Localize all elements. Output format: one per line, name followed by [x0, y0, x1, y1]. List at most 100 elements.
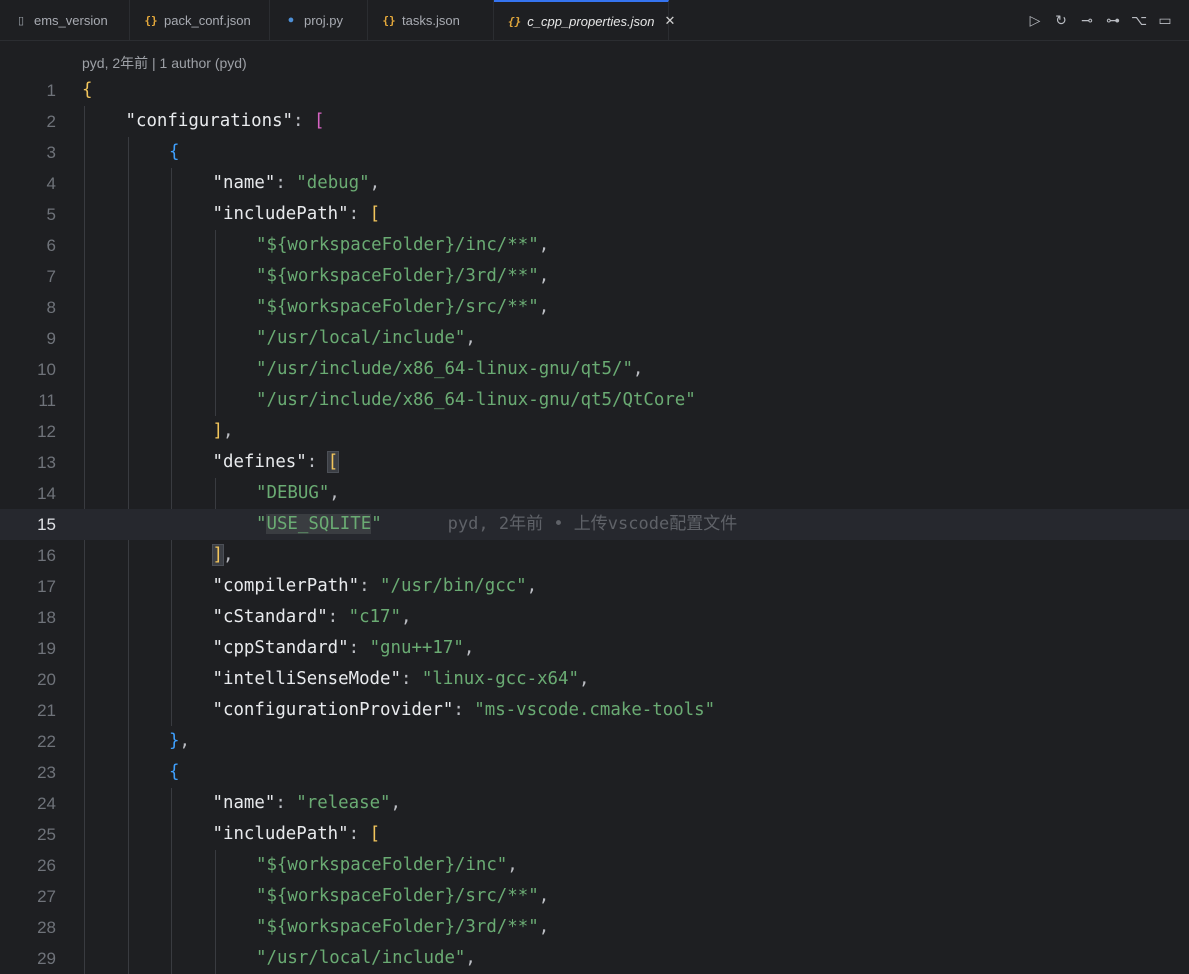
code-text: "${workspaceFolder}/src/**",: [256, 292, 549, 323]
code-text: "USE_SQLITE" pyd, 2年前 • 上传vscode配置文件: [256, 509, 737, 540]
run-icon[interactable]: ▷: [1027, 12, 1043, 29]
code-text: "/usr/include/x86_64-linux-gnu/qt5/",: [256, 354, 643, 385]
code-line[interactable]: 17 "compilerPath": "/usr/bin/gcc",: [0, 571, 1189, 602]
code-token: "${workspaceFolder}/inc": [256, 855, 508, 875]
code-line[interactable]: 10 "/usr/include/x86_64-linux-gnu/qt5/",: [0, 354, 1189, 385]
line-number: 26: [37, 856, 56, 875]
code-line[interactable]: 15 "USE_SQLITE" pyd, 2年前 • 上传vscode配置文件: [0, 509, 1189, 540]
code-line[interactable]: 12],: [0, 416, 1189, 447]
code-text: {: [169, 757, 179, 788]
code-token: ,: [632, 359, 644, 379]
code-text: "includePath": [: [213, 819, 381, 850]
line-number: 3: [46, 143, 56, 162]
tab-pack-conf-json[interactable]: {} pack_conf.json: [130, 0, 270, 40]
tab-label: ems_version: [34, 12, 108, 28]
editor-actions: ▷ ↻ ⊸ ⊶ ⌥ ▭: [1027, 0, 1189, 40]
code-text: "intelliSenseMode": "linux-gcc-x64",: [213, 664, 590, 695]
code-line[interactable]: 26 "${workspaceFolder}/inc",: [0, 850, 1189, 881]
line-number: 10: [37, 360, 56, 379]
code-line[interactable]: 9 "/usr/local/include",: [0, 323, 1189, 354]
code-line[interactable]: 23 {: [0, 757, 1189, 788]
line-number: 28: [37, 918, 56, 937]
split-editor-icon[interactable]: ▭: [1157, 12, 1173, 29]
code-token: ,: [463, 638, 475, 658]
code-line[interactable]: 21 "configurationProvider": "ms-vscode.cm…: [0, 695, 1189, 726]
code-text: "configurations": [: [126, 106, 325, 137]
code-line[interactable]: 18 "cStandard": "c17",: [0, 602, 1189, 633]
code-token: ,: [329, 483, 340, 503]
tab-list: ▯ ems_version {} pack_conf.json ● proj.py {} ta…: [0, 0, 675, 40]
code-line[interactable]: 27 "${workspaceFolder}/src/**",: [0, 881, 1189, 912]
code-token: [: [313, 111, 325, 131]
code-line[interactable]: 28 "${workspaceFolder}/3rd/**",: [0, 912, 1189, 943]
code-token: :: [359, 576, 381, 596]
tab-tasks-json[interactable]: {} tasks.json: [368, 0, 494, 40]
code-token: :: [400, 669, 422, 689]
code-line[interactable]: 1{: [0, 75, 1189, 106]
code-token: "compilerPath": [212, 576, 360, 596]
code-text: "includePath": [: [213, 199, 381, 230]
code-token: :: [453, 700, 475, 720]
previous-change-icon[interactable]: ⊸: [1079, 12, 1095, 29]
line-number: 27: [37, 887, 56, 906]
code-text: "defines": [: [213, 447, 340, 478]
line-number: 23: [37, 763, 56, 782]
code-editor[interactable]: pyd, 2年前 | 1 author (pyd) 1{2 "configurat…: [0, 41, 1189, 974]
code-line[interactable]: 5 "includePath": [: [0, 199, 1189, 230]
code-line[interactable]: 6 "${workspaceFolder}/inc/**",: [0, 230, 1189, 261]
code-token: "configurations": [125, 111, 294, 131]
line-number: 18: [37, 608, 56, 627]
code-line[interactable]: 4 "name": "debug",: [0, 168, 1189, 199]
code-token: USE_SQLITE: [266, 514, 372, 534]
tab-c-cpp-properties-json[interactable]: {} c_cpp_properties.json ✕: [494, 0, 675, 40]
code-line[interactable]: 13 "defines": [: [0, 447, 1189, 478]
line-number: 22: [37, 732, 56, 751]
code-line[interactable]: 19 "cppStandard": "gnu++17",: [0, 633, 1189, 664]
open-changes-icon[interactable]: ↻: [1053, 12, 1069, 29]
python-icon: ●: [287, 14, 295, 26]
code-token: ": [256, 514, 267, 534]
code-line[interactable]: 29 "/usr/local/include",: [0, 943, 1189, 974]
code-token: ,: [538, 235, 550, 255]
code-token: ,: [538, 297, 550, 317]
code-token: [: [369, 824, 381, 844]
next-change-icon[interactable]: ⊶: [1105, 12, 1121, 29]
code-token: ,: [538, 917, 550, 937]
code-token: :: [348, 824, 370, 844]
code-token: "gnu++17": [369, 638, 464, 658]
code-text: "${workspaceFolder}/inc/**",: [256, 230, 549, 261]
line-number: 2: [46, 112, 56, 131]
line-number: 1: [46, 81, 56, 100]
code-line[interactable]: 14 "DEBUG",: [0, 478, 1189, 509]
code-text: ],: [213, 416, 234, 447]
line-number: 12: [37, 422, 56, 441]
inline-blame-annotation: pyd, 2年前 • 上传vscode配置文件: [447, 514, 738, 534]
tab-proj-py[interactable]: ● proj.py: [270, 0, 368, 40]
code-line[interactable]: 2 "configurations": [: [0, 106, 1189, 137]
code-token: "/usr/local/include": [256, 948, 466, 968]
tab-bar-spacer: [669, 0, 1027, 40]
code-token: ,: [369, 173, 381, 193]
code-text: "DEBUG",: [256, 478, 340, 509]
code-token: ,: [578, 669, 590, 689]
code-line[interactable]: 16],: [0, 540, 1189, 571]
line-number: 13: [37, 453, 56, 472]
line-number: 9: [46, 329, 56, 348]
git-graph-icon[interactable]: ⌥: [1131, 12, 1147, 29]
code-token: :: [327, 607, 349, 627]
code-line[interactable]: 22},: [0, 726, 1189, 757]
code-line[interactable]: 20 "intelliSenseMode": "linux-gcc-x64",: [0, 664, 1189, 695]
code-line[interactable]: 11 "/usr/include/x86_64-linux-gnu/qt5/QtC…: [0, 385, 1189, 416]
editor-tab-bar: ▯ ems_version {} pack_conf.json ● proj.py {} ta…: [0, 0, 1189, 41]
code-line[interactable]: 8 "${workspaceFolder}/src/**",: [0, 292, 1189, 323]
code-token: "cStandard": [212, 607, 328, 627]
line-number: 8: [46, 298, 56, 317]
blame-codelens[interactable]: pyd, 2年前 | 1 author (pyd): [82, 53, 247, 73]
tab-ems-version[interactable]: ▯ ems_version: [0, 0, 130, 40]
code-line[interactable]: 24 "name": "release",: [0, 788, 1189, 819]
code-token: :: [348, 638, 370, 658]
code-line[interactable]: 25 "includePath": [: [0, 819, 1189, 850]
code-line[interactable]: 7 "${workspaceFolder}/3rd/**",: [0, 261, 1189, 292]
tab-label: c_cpp_properties.json: [527, 13, 655, 29]
code-line[interactable]: 3{: [0, 137, 1189, 168]
